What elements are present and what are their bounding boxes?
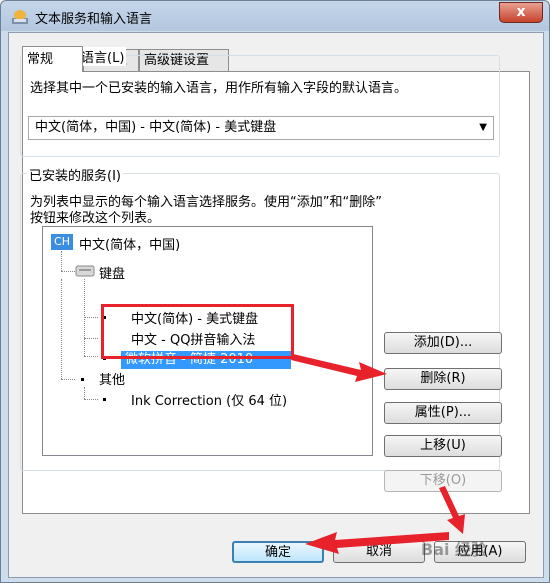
language-badge: CH: [51, 234, 73, 250]
default-language-value: 中文(简体，中国) - 中文(简体) - 美式键盘: [35, 120, 277, 135]
tree-connector: [61, 251, 62, 271]
add-button[interactable]: 添加(D)...: [384, 332, 502, 354]
tree-item-ink-correction[interactable]: Ink Correction (仅 64 位): [131, 390, 287, 409]
tab-general[interactable]: 常规: [22, 46, 83, 72]
properties-button[interactable]: 属性(P)...: [384, 402, 502, 424]
cancel-button[interactable]: 取消: [333, 541, 425, 563]
installed-services-label: 已安装的服务(I): [27, 165, 123, 184]
tree-item-qq-pinyin[interactable]: 中文 - QQ拼音输入法: [131, 329, 255, 348]
default-language-select[interactable]: 中文(简体，中国) - 中文(简体) - 美式键盘 ▼: [28, 116, 494, 140]
close-button[interactable]: x: [499, 2, 543, 23]
tree-connector: [84, 338, 98, 339]
tree-keyboard-node[interactable]: 键盘: [99, 263, 125, 282]
tree-connector: [84, 317, 98, 318]
ok-button[interactable]: 确定: [232, 541, 324, 563]
window-title: 文本服务和输入语言: [35, 12, 153, 27]
title-bar[interactable]: 文本服务和输入语言 x: [1, 1, 549, 31]
services-tree[interactable]: CH 中文(简体，中国) 键盘 中文(简体) - 美式键盘 中文 - QQ拼音输…: [42, 226, 373, 456]
apply-button[interactable]: 应用(A): [434, 541, 526, 563]
installed-services-description-1: 为列表中显示的每个输入语言选择服务。使用“添加”和“删除”: [30, 195, 382, 210]
tree-language-node[interactable]: 中文(简体，中国): [79, 234, 180, 253]
tree-bullet: [103, 316, 106, 319]
chevron-down-icon[interactable]: ▼: [479, 117, 487, 139]
default-language-group: 默认输入语言(L): [20, 47, 500, 157]
move-up-button[interactable]: 上移(U): [384, 435, 502, 457]
tree-connector: [61, 379, 75, 380]
tree-item-microsoft-pinyin[interactable]: 微软拼音 - 简捷 2010: [121, 351, 291, 369]
move-down-button[interactable]: 下移(O): [384, 470, 502, 492]
tree-connector: [84, 356, 98, 357]
dialog-window: 文本服务和输入语言 x 常规 语言栏 高级键设置 默认输入语言(L) 选择其中一…: [0, 0, 550, 583]
keyboard-icon: [75, 265, 95, 277]
default-language-description: 选择其中一个已安装的输入语言，用作所有输入字段的默认语言。: [30, 81, 408, 96]
text-services-icon: [12, 10, 28, 24]
tree-item-us-keyboard[interactable]: 中文(简体) - 美式键盘: [131, 308, 258, 327]
tree-connector: [84, 399, 98, 400]
tree-other-node[interactable]: 其他: [99, 369, 125, 388]
tree-connector: [84, 387, 85, 399]
remove-button[interactable]: 删除(R): [384, 368, 502, 390]
close-icon: x: [516, 4, 526, 20]
tree-connector: [61, 279, 62, 379]
tree-connector: [61, 271, 75, 272]
tree-bullet: [81, 378, 84, 381]
installed-services-description-2: 按钮来修改这个列表。: [30, 211, 161, 226]
tree-bullet: [103, 398, 106, 401]
tree-bullet: [103, 357, 106, 360]
